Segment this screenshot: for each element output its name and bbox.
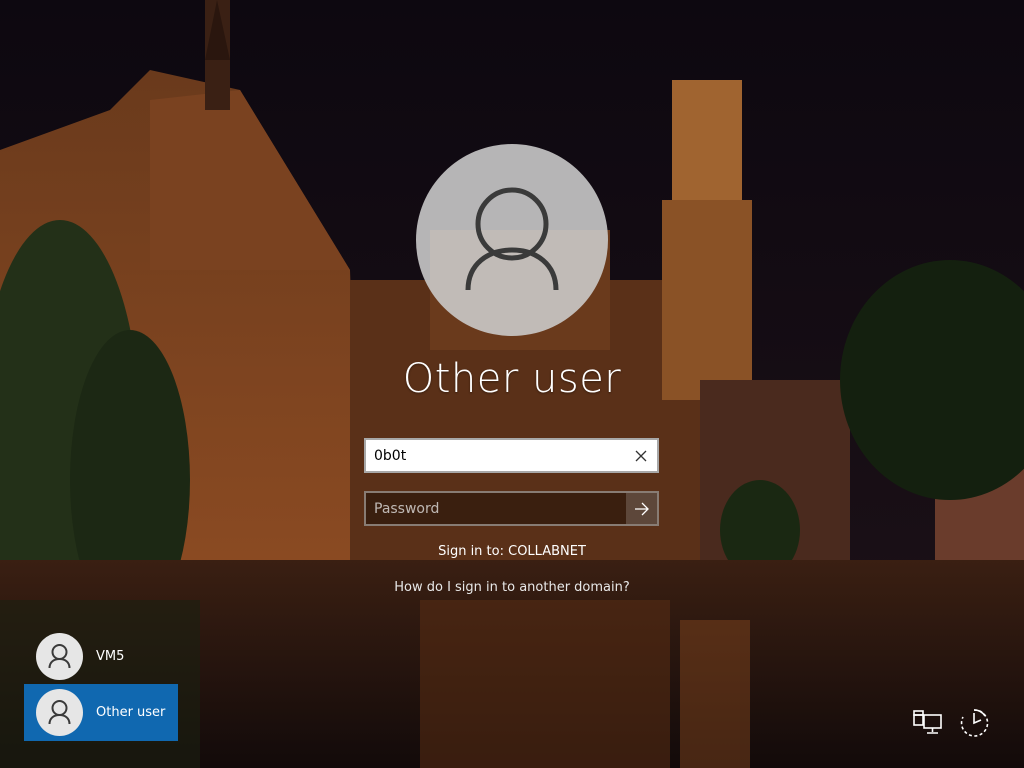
user-display-name: Other user (402, 356, 622, 402)
user-tile-vm5[interactable]: VM5 (24, 628, 178, 685)
domain-help-link[interactable]: How do I sign in to another domain? (0, 580, 1024, 595)
password-field[interactable] (364, 491, 659, 526)
accessibility-button[interactable] (958, 707, 990, 739)
accessibility-icon (960, 709, 989, 737)
user-tile-label: VM5 (96, 649, 125, 664)
user-avatar-large (416, 144, 608, 336)
sign-in-target: Sign in to: COLLABNET (438, 544, 586, 559)
username-input[interactable] (374, 440, 624, 471)
network-button[interactable] (912, 707, 944, 739)
user-tile-avatar (36, 633, 83, 680)
submit-button[interactable] (626, 493, 657, 524)
close-icon (635, 450, 647, 462)
arrow-right-icon (634, 502, 649, 515)
user-tile-avatar (36, 689, 83, 736)
clear-username-button[interactable] (629, 444, 653, 468)
username-field[interactable] (364, 438, 659, 473)
network-icon (913, 710, 942, 734)
user-icon (48, 700, 71, 725)
user-icon (465, 187, 559, 291)
user-tile-label: Other user (96, 705, 166, 720)
user-tile-other-user[interactable]: Other user (24, 684, 178, 741)
password-input[interactable] (374, 493, 614, 524)
user-icon (48, 644, 71, 669)
